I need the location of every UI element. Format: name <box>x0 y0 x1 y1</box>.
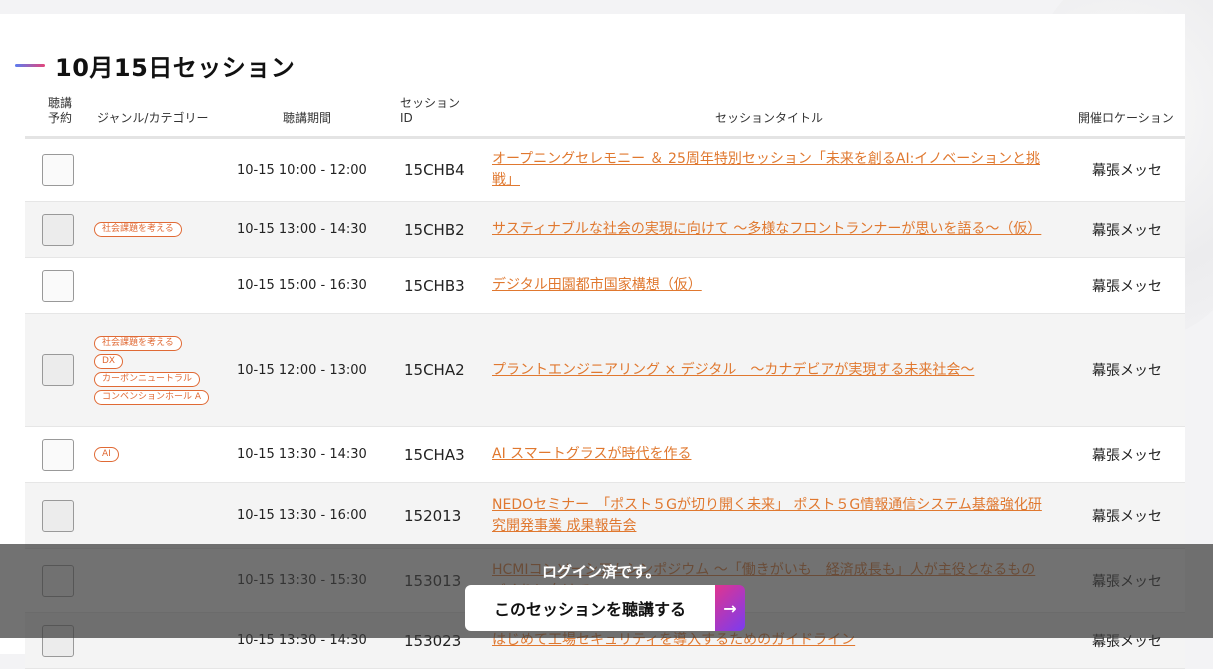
session-period: 10-15 15:00 - 16:30 <box>237 278 367 293</box>
title-accent-bar <box>15 64 45 67</box>
session-location: 幕張メッセ <box>1092 447 1162 464</box>
session-id: 15CHB2 <box>404 220 465 239</box>
session-period: 10-15 10:00 - 12:00 <box>237 162 367 178</box>
session-title-cell: NEDOセミナー 「ポスト５Gが切り開く未来」 ポスト５G情報通信システム基盤強… <box>492 483 1047 548</box>
session-title-cell: AI スマートグラスが時代を作る <box>492 427 1047 482</box>
reserve-checkbox[interactable] <box>42 499 74 532</box>
session-location: 幕張メッセ <box>1092 222 1162 239</box>
reserve-checkbox[interactable] <box>42 438 74 471</box>
section-header: 10月15日セッション <box>15 48 295 83</box>
genre-tag[interactable]: 社会課題を考える <box>94 335 182 351</box>
col-location: 開催ロケーション <box>1078 111 1174 125</box>
reserve-cell <box>42 202 74 257</box>
session-title-cell: プラントエンジニアリング × デジタル ～カナデビアが実現する未来社会～ <box>492 314 1047 426</box>
col-session-title: セッションタイトル <box>715 111 824 125</box>
session-location: 幕張メッセ <box>1092 363 1162 379</box>
reserve-cell <box>42 139 74 201</box>
col-period: 聴講期間 <box>283 111 332 125</box>
col-session-id: セッション ID <box>400 96 461 125</box>
reserve-checkbox[interactable] <box>42 213 74 246</box>
col-reserve: 聴講 予約 <box>48 96 73 125</box>
session-title-link[interactable]: オープニングセレモニー ＆ 25周年特別セッション「未来を創るAI:イノベーショ… <box>492 149 1047 191</box>
table-header: 聴講 予約 ジャンル/カテゴリー 聴講期間 セッション ID セッションタイトル… <box>25 90 1185 139</box>
genre-cell: AI <box>94 427 119 482</box>
arrow-right-icon[interactable]: → <box>715 585 745 631</box>
reserve-cell <box>42 483 74 548</box>
reserve-checkbox[interactable] <box>42 354 74 386</box>
genre-tag[interactable]: コンベンションホール A <box>94 389 210 405</box>
session-location: 幕張メッセ <box>1092 508 1162 525</box>
genre-tag[interactable]: 社会課題を考える <box>94 222 182 237</box>
session-period: 10-15 13:00 - 14:30 <box>237 222 367 237</box>
genre-cell: 社会課題を考える <box>94 202 182 257</box>
session-period: 10-15 13:30 - 14:30 <box>237 447 367 462</box>
table-row: 10-15 15:00 - 16:30 15CHB3 デジタル田園都市国家構想（仮）… <box>25 258 1185 314</box>
session-id: 15CHB4 <box>404 161 465 179</box>
table-row: 社会課題を考える 10-15 13:00 - 14:30 15CHB2 サスティナブル… <box>25 202 1185 258</box>
genre-tag[interactable]: カーボンニュートラル <box>94 371 201 387</box>
session-title-cell: オープニングセレモニー ＆ 25周年特別セッション「未来を創るAI:イノベーショ… <box>492 139 1047 201</box>
session-id: 15CHA2 <box>404 361 465 379</box>
genre-cell: 社会課題を考える DX カーボンニュートラル コンベンションホール A <box>94 314 210 426</box>
session-title-cell: デジタル田園都市国家構想（仮） <box>492 258 1047 313</box>
attend-session-label[interactable]: このセッションを聴講する <box>465 585 715 631</box>
session-period: 10-15 13:30 - 16:00 <box>237 508 367 523</box>
reserve-cell <box>42 427 74 482</box>
reserve-cell <box>42 314 74 426</box>
section-title: 10月15日セッション <box>55 54 296 82</box>
reserve-cell <box>42 258 74 313</box>
session-title-link[interactable]: サスティナブルな社会の実現に向けて ～多様なフロントランナーが思いを語る～（仮） <box>492 219 1041 240</box>
session-title-link[interactable]: AI スマートグラスが時代を作る <box>492 444 691 465</box>
attend-session-button[interactable]: このセッションを聴講する → <box>465 585 745 631</box>
session-title-link[interactable]: デジタル田園都市国家構想（仮） <box>492 275 702 296</box>
session-id: 15CHB3 <box>404 276 465 295</box>
col-genre: ジャンル/カテゴリー <box>97 111 209 125</box>
session-title-cell: サスティナブルな社会の実現に向けて ～多様なフロントランナーが思いを語る～（仮） <box>492 202 1047 257</box>
genre-tag[interactable]: DX <box>94 353 124 369</box>
session-id: 152013 <box>404 506 462 525</box>
genre-tag[interactable]: AI <box>94 447 119 462</box>
table-row: 10-15 10:00 - 12:00 15CHB4 オープニングセレモニー ＆ 2… <box>25 139 1185 202</box>
session-title-link[interactable]: プラントエンジニアリング × デジタル ～カナデビアが実現する未来社会～ <box>492 360 974 381</box>
table-row: 10-15 13:30 - 16:00 152013 NEDOセミナー 「ポスト５G… <box>25 483 1185 549</box>
reserve-checkbox[interactable] <box>42 269 74 302</box>
session-id: 15CHA3 <box>404 445 465 464</box>
session-period: 10-15 12:00 - 13:00 <box>237 362 367 378</box>
session-location: 幕張メッセ <box>1092 163 1162 179</box>
login-status: ログイン済です。 <box>542 563 661 581</box>
session-title-link[interactable]: NEDOセミナー 「ポスト５Gが切り開く未来」 ポスト５G情報通信システム基盤強… <box>492 495 1047 537</box>
reserve-checkbox[interactable] <box>42 154 74 186</box>
table-row: 社会課題を考える DX カーボンニュートラル コンベンションホール A 10-15 12… <box>25 314 1185 427</box>
table-row: AI 10-15 13:30 - 14:30 15CHA3 AI スマートグラスが時代… <box>25 427 1185 483</box>
session-location: 幕張メッセ <box>1092 278 1162 295</box>
